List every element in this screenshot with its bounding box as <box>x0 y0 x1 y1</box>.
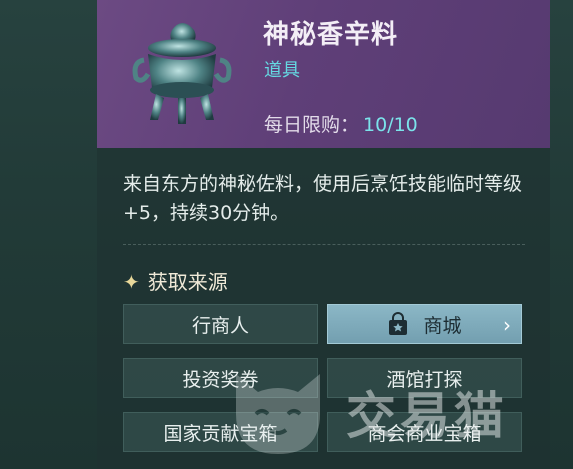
watermark-text: 交易猫 <box>346 387 508 445</box>
source-button-shop[interactable]: 商城 › <box>327 304 522 344</box>
source-button-merchant[interactable]: 行商人 <box>123 304 318 344</box>
shop-bag-icon <box>389 312 408 335</box>
sources-title-label: 获取来源 <box>147 270 228 294</box>
source-label: 商城 <box>423 314 462 337</box>
purchase-limit-label: 每日限购： <box>264 114 360 136</box>
source-label: 行商人 <box>191 314 249 337</box>
item-name: 神秘香辛料 <box>263 20 399 50</box>
item-type: 道具 <box>264 60 300 81</box>
purchase-limit-value: 10/10 <box>363 114 418 136</box>
item-description: 来自东方的神秘佐料，使用后烹饪技能临时等级+5，持续30分钟。 <box>123 173 523 224</box>
chevron-right-icon: › <box>503 313 511 337</box>
incense-burner-icon <box>132 23 232 124</box>
sources-title: ✦ 获取来源 <box>123 266 228 295</box>
purchase-limit: 每日限购： 10/10 <box>264 110 418 137</box>
star-icon: ✦ <box>123 270 140 294</box>
divider <box>123 244 525 245</box>
watermark-cat-logo <box>236 374 320 454</box>
